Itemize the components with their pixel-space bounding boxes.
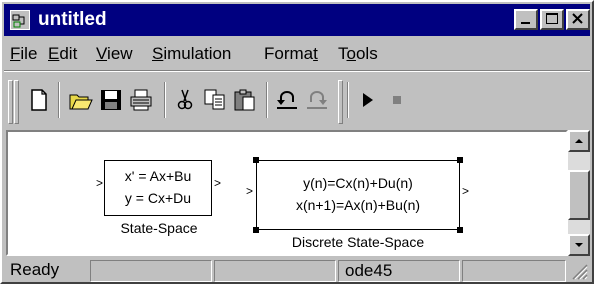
minimize-icon xyxy=(521,22,530,24)
menu-separator xyxy=(4,70,590,72)
maximize-icon xyxy=(546,13,558,24)
close-icon xyxy=(572,13,583,24)
state-space-label[interactable]: State-Space xyxy=(94,220,224,236)
minimize-button[interactable] xyxy=(514,9,538,30)
toolbar-grip[interactable] xyxy=(14,80,19,124)
selection-handle[interactable] xyxy=(457,157,463,163)
title-bar[interactable]: untitled xyxy=(4,4,590,36)
open-icon xyxy=(69,94,93,110)
model-canvas[interactable]: > x' = Ax+Bu y = Cx+Du > State-Space > y… xyxy=(6,130,568,256)
toolbar xyxy=(4,74,590,128)
toolbar-separator xyxy=(266,82,268,118)
print-icon xyxy=(130,89,152,111)
copy-icon xyxy=(204,89,225,110)
discrete-state-space-label[interactable]: Discrete State-Space xyxy=(248,234,468,250)
scroll-thumb[interactable] xyxy=(568,170,590,220)
inport-arrow: > xyxy=(246,184,254,198)
toolbar-grip xyxy=(338,80,343,124)
inport-arrow: > xyxy=(96,176,104,190)
open-button[interactable] xyxy=(68,87,94,113)
redo-button[interactable] xyxy=(304,87,330,113)
scroll-down-button[interactable] xyxy=(568,234,590,256)
menu-view[interactable]: View xyxy=(96,44,133,64)
menu-bar: File Edit View Simulation Format Tools xyxy=(4,40,590,68)
copy-button[interactable] xyxy=(202,87,228,113)
selection-handle[interactable] xyxy=(253,157,259,163)
solver-name: ode45 xyxy=(345,261,393,280)
arrow-up-icon xyxy=(575,139,583,143)
undo-button[interactable] xyxy=(274,87,300,113)
toolbar-separator xyxy=(347,82,349,118)
simulink-app-icon[interactable] xyxy=(10,10,30,30)
toolbar-separator xyxy=(164,82,166,118)
stop-simulation-icon xyxy=(393,96,401,104)
start-simulation-icon xyxy=(363,93,373,107)
scroll-up-button[interactable] xyxy=(568,130,590,152)
discrete-state-space-block[interactable]: y(n)=Cx(n)+Du(n) x(n+1)=Ax(n)+Bu(n) xyxy=(256,160,460,230)
new-icon xyxy=(31,89,47,111)
close-button[interactable] xyxy=(566,9,590,30)
maximize-button[interactable] xyxy=(540,9,564,30)
window-title: untitled xyxy=(38,9,107,30)
toolbar-grip[interactable] xyxy=(8,80,13,124)
menu-simulation[interactable]: Simulation xyxy=(152,44,231,64)
menu-file[interactable]: File xyxy=(10,44,37,64)
status-pane xyxy=(90,260,212,282)
discrete-state-equation: x(n+1)=Ax(n)+Bu(n) xyxy=(295,197,421,213)
cut-button[interactable] xyxy=(172,87,198,113)
outport-arrow: > xyxy=(214,176,222,190)
status-pane xyxy=(462,260,566,282)
toolbar-separator xyxy=(58,82,60,118)
model-window: untitled File Edit View Simulation Forma… xyxy=(0,0,594,284)
menu-tools[interactable]: Tools xyxy=(338,44,378,64)
save-button[interactable] xyxy=(98,87,124,113)
start-simulation-button[interactable] xyxy=(354,87,380,113)
solver-pane: ode45 xyxy=(338,260,460,282)
menu-format[interactable]: Format xyxy=(264,44,318,64)
redo-icon xyxy=(307,91,327,109)
save-icon xyxy=(101,90,121,110)
undo-icon xyxy=(277,91,297,109)
outport-arrow: > xyxy=(462,184,470,198)
status-ready-text: Ready xyxy=(10,260,60,279)
state-space-block[interactable]: x' = Ax+Bu y = Cx+Du xyxy=(104,160,212,216)
arrow-down-icon xyxy=(575,243,583,247)
paste-button[interactable] xyxy=(232,87,258,113)
resize-grip-icon[interactable] xyxy=(570,262,588,280)
status-pane xyxy=(214,260,336,282)
menu-edit[interactable]: Edit xyxy=(48,44,77,64)
new-model-button[interactable] xyxy=(26,87,52,113)
selection-handle[interactable] xyxy=(457,227,463,233)
paste-icon xyxy=(234,89,255,111)
vertical-scrollbar[interactable] xyxy=(568,130,590,256)
stop-simulation-button[interactable] xyxy=(384,87,410,113)
status-bar: Ready ode45 xyxy=(4,258,590,284)
print-button[interactable] xyxy=(128,87,154,113)
selection-handle[interactable] xyxy=(253,227,259,233)
cut-icon xyxy=(177,89,193,110)
state-space-equation-1: x' = Ax+Bu xyxy=(124,168,192,184)
state-space-equation-2: y = Cx+Du xyxy=(124,190,192,206)
discrete-output-equation: y(n)=Cx(n)+Du(n) xyxy=(303,175,413,191)
